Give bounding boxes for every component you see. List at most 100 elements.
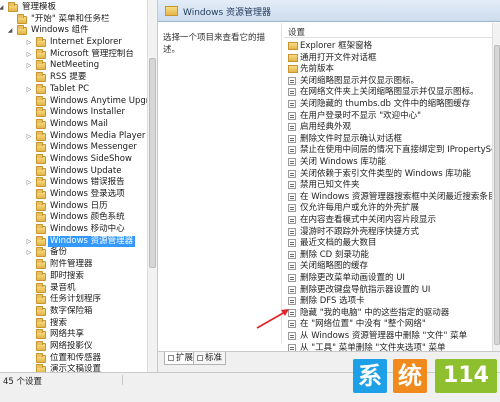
list-scrollbar[interactable] (492, 23, 500, 351)
list-item-folder[interactable]: 通用打开文件对话框 (284, 52, 492, 64)
list-item-setting[interactable]: 删除 DFS 选项卡 (284, 295, 492, 307)
list-item-setting[interactable]: 最近文档的最大数目 (284, 237, 492, 249)
expand-arrow-icon[interactable]: ▷ (26, 180, 32, 186)
tree-item[interactable]: 附件管理器 (0, 259, 147, 271)
tree-item[interactable]: Windows 颜色系统 (0, 212, 147, 224)
list-item-label: 删除更改菜单动画设置的 UI (300, 273, 405, 283)
tree-item[interactable]: 演示文稿设置 (0, 364, 147, 372)
tree-item[interactable]: ◢ Windows 组件 (0, 25, 147, 37)
list-scrollbar-thumb[interactable] (494, 45, 500, 345)
tree-item[interactable]: 任务计划程序 (0, 294, 147, 306)
list-item-setting[interactable]: 在用户登录时不显示 "欢迎中心" (284, 110, 492, 122)
tree-item[interactable]: ▷ Tablet PC (0, 83, 147, 96)
list-item-setting[interactable]: 漫游时不跟踪外壳程序快捷方式 (284, 226, 492, 238)
list-item-setting[interactable]: 隐藏 "我的电脑" 中的这些指定的驱动器 (284, 307, 492, 319)
list-item-setting[interactable]: 在 Windows 资源管理器搜索框中关闭最近搜索条目的显示 (284, 191, 492, 203)
list-item-label: 通用打开文件对话框 (300, 52, 377, 63)
list-item-setting[interactable]: 在 "网络位置" 中没有 "整个网络" (284, 318, 492, 330)
tree-item[interactable]: 录音机 (0, 282, 147, 295)
tree-item[interactable]: ▷ Microsoft 管理控制台 (0, 48, 147, 61)
tree-item[interactable]: ▷ Windows 资源管理器 (0, 235, 147, 248)
expand-arrow-icon[interactable]: ▷ (26, 40, 32, 46)
list-item-setting[interactable]: 从 "工具" 菜单删除 "文件夹选项" 菜单 (284, 342, 492, 351)
tree-item[interactable]: 网络共享 (0, 329, 147, 341)
folder-icon (36, 37, 46, 48)
tree-item[interactable]: ◢ 管理模板 (0, 2, 147, 14)
list-item-setting[interactable]: 禁用已知文件夹 (284, 179, 492, 191)
list-item-setting[interactable]: 在内容查看模式中关闭内容片段显示 (284, 214, 492, 226)
tree-item-label: Windows 日历 (50, 200, 108, 211)
tree-item[interactable]: Windows Update (0, 165, 147, 178)
expand-arrow-icon[interactable]: ▷ (26, 51, 32, 58)
tree-item[interactable]: "开始" 菜单和任务栏 (0, 13, 147, 26)
list-item-setting[interactable]: 关闭依赖于索引文件类型的 Windows 库功能 (284, 168, 492, 180)
details-title: Windows 资源管理器 (183, 8, 272, 18)
list-item-setting[interactable]: 删除更改键盘导航指示器设置的 UI (284, 284, 492, 296)
tree-item[interactable]: Windows Installer (0, 107, 147, 119)
tree-item-label: 即时搜索 (50, 270, 85, 281)
column-header-setting[interactable]: 设置 (284, 26, 492, 38)
expand-arrow-icon[interactable]: ▷ (26, 250, 32, 256)
expand-arrow-icon[interactable]: ▷ (26, 133, 32, 140)
list-item-folder[interactable]: 先前版本 (284, 63, 492, 75)
tab-standard-icon (197, 355, 203, 361)
tree-item[interactable]: Windows Mail (0, 118, 147, 131)
tree-item[interactable]: 位置和传感器 (0, 352, 147, 365)
tree-item[interactable]: RSS 提要 (0, 72, 147, 84)
expand-arrow-icon[interactable]: ▷ (26, 86, 32, 93)
list-item-setting[interactable]: 启用经典外观 (284, 121, 492, 133)
tree-item[interactable]: ▷ 备份 (0, 247, 147, 259)
list-item-setting[interactable]: 关闭缩略图显示并仅显示图标。 (284, 75, 492, 87)
tree-item[interactable]: Windows 日历 (0, 200, 147, 213)
tree-item[interactable]: Windows SideShow (0, 153, 147, 166)
expand-arrow-icon[interactable]: ▷ (26, 63, 32, 69)
list-item-setting[interactable]: 在网络文件夹上关闭缩略图显示并仅显示图标。 (284, 86, 492, 98)
list-item-label: 在内容查看模式中关闭内容片段显示 (300, 215, 437, 225)
policy-setting-icon (288, 100, 296, 108)
policy-setting-icon (288, 274, 296, 282)
list-item-setting[interactable]: 删除更改菜单动画设置的 UI (284, 272, 492, 284)
tree-item[interactable]: ▷ Internet Explorer (0, 37, 147, 49)
policy-setting-icon (288, 250, 296, 259)
tree-item-label: Tablet PC (50, 83, 90, 94)
tree-item[interactable]: 网络投影仪 (0, 340, 147, 353)
list-item-setting[interactable]: 删除文件时显示确认对话框 (284, 133, 492, 145)
tree-item-label: 录音机 (50, 282, 76, 293)
list-item-setting[interactable]: 关闭 Windows 库功能 (284, 156, 492, 168)
policy-setting-icon (288, 169, 296, 178)
list-item-setting[interactable]: 关闭缩略图的缓存 (284, 260, 492, 272)
collapse-arrow-icon[interactable]: ◢ (0, 5, 4, 11)
tree-scrollbar-thumb[interactable] (149, 58, 156, 268)
policy-setting-icon (288, 216, 296, 224)
tree-item-label: 管理模板 (22, 2, 57, 12)
expand-arrow-icon[interactable]: ▷ (26, 238, 32, 245)
tree-item[interactable]: 数字保险箱 (0, 305, 147, 318)
tree-item-label: 数字保险箱 (50, 305, 93, 316)
list-item-label: 启用经典外观 (300, 122, 352, 133)
tree-item[interactable]: Windows Anytime Upgrade (0, 95, 147, 108)
policy-setting-icon (288, 111, 296, 120)
tree-item[interactable]: ▷ Windows 错误报告 (0, 177, 147, 189)
list-item-setting[interactable]: 关闭隐藏的 thumbs.db 文件中的缩略图缓存 (284, 98, 492, 110)
tree-item[interactable]: 搜索 (0, 317, 147, 330)
tab-standard[interactable]: 标准 (193, 352, 227, 365)
list-item-setting[interactable]: 仅允许每用户或允许的外壳扩展 (284, 202, 492, 214)
tree-item[interactable]: Windows 移动中心 (0, 224, 147, 236)
tree-item[interactable]: Windows 登录选项 (0, 189, 147, 201)
folder-icon (36, 153, 46, 164)
list-item-setting[interactable]: 删除 CD 刻录功能 (284, 249, 492, 261)
list-item-setting[interactable]: 禁止在使用中间层的情况下直接绑定到 IPropertySetStora... (284, 144, 492, 156)
tree-item[interactable]: ▷ Windows Media Player (0, 130, 147, 143)
list-item-label: 关闭依赖于索引文件类型的 Windows 库功能 (300, 168, 471, 179)
tree-item[interactable]: Windows Messenger (0, 142, 147, 154)
list-item-folder[interactable]: Explorer 框架窗格 (284, 40, 492, 52)
tree-item[interactable]: 即时搜索 (0, 270, 147, 283)
details-header: Windows 资源管理器 (158, 0, 500, 22)
list-item-label: 从 "工具" 菜单删除 "文件夹选项" 菜单 (300, 342, 446, 351)
tree-item[interactable]: ▷ NetMeeting (0, 60, 147, 72)
tree-scrollbar[interactable] (147, 0, 157, 372)
collapse-arrow-icon[interactable]: ◢ (7, 28, 13, 34)
folder-icon (36, 259, 46, 270)
folder-icon (36, 294, 46, 305)
list-item-setting[interactable]: 从 Windows 资源管理器中删除 "文件" 菜单 (284, 330, 492, 342)
